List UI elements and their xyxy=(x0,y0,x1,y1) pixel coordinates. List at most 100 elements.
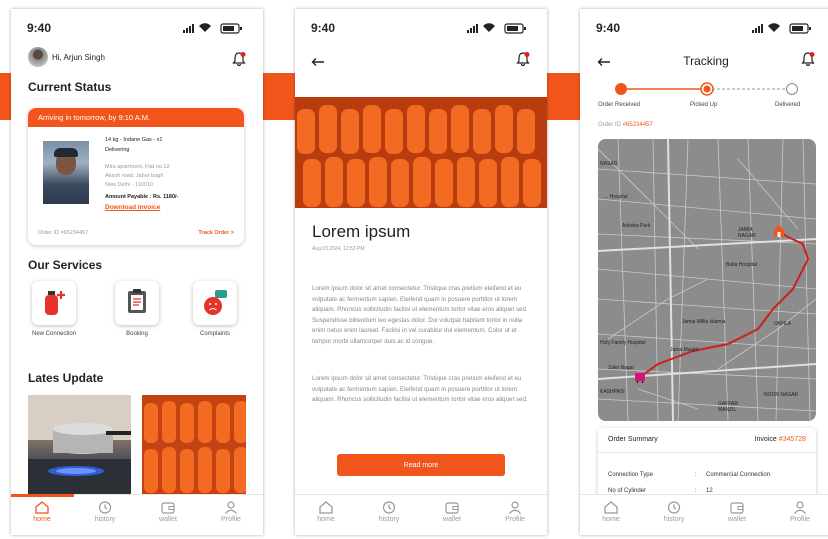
status-bar: 9:40 xyxy=(311,21,531,35)
service-label: Complaints xyxy=(199,331,230,337)
pressure-cooker-image xyxy=(28,395,131,495)
nav-history-label: history xyxy=(663,516,685,523)
order-progress-stepper xyxy=(615,82,798,96)
step-label-received: Order Received xyxy=(598,102,641,108)
service-booking[interactable]: Booking xyxy=(107,281,167,337)
home-icon xyxy=(35,501,49,514)
history-icon xyxy=(382,501,396,514)
track-order-link[interactable]: Track Order > xyxy=(198,230,234,236)
nav-wallet-label: wallet xyxy=(728,516,746,523)
status-icons xyxy=(752,23,811,34)
nav-wallet[interactable]: wallet xyxy=(427,501,477,523)
map-label: ... Hospital xyxy=(604,194,628,200)
status-icons xyxy=(183,23,242,34)
nav-wallet[interactable]: wallet xyxy=(143,501,193,523)
status-time: 9:40 xyxy=(596,21,621,35)
map-label: Jama Masjid xyxy=(670,347,699,353)
wallet-icon xyxy=(161,502,175,514)
order-id-value: #65234457 xyxy=(622,122,653,128)
read-more-button[interactable]: Read more xyxy=(337,454,505,476)
nav-history-label: history xyxy=(94,516,116,523)
invoice-value: #345728 xyxy=(778,436,806,443)
arrival-banner: Arriving in tomorrow, by 9:10 A.M. xyxy=(28,108,244,127)
update-image-cylinders[interactable] xyxy=(142,395,246,495)
services-heading: Our Services xyxy=(28,258,103,272)
address-line-2: Akash road, Jahar bagh xyxy=(105,173,164,179)
nav-home[interactable]: home xyxy=(301,501,351,523)
amount-payable: Amount Payable : Rs. 1180/- xyxy=(105,194,179,200)
notification-bell-icon[interactable] xyxy=(231,51,247,67)
bottom-navigation: home history wallet Profile xyxy=(11,494,263,535)
nav-wallet[interactable]: wallet xyxy=(712,501,762,523)
bottom-navigation: home history wallet Profile xyxy=(580,494,828,535)
nav-profile[interactable]: Profile xyxy=(490,501,540,523)
cylinders-image xyxy=(142,395,246,495)
map-label: GAFFAR MANZIL xyxy=(718,401,739,413)
article-date: Aug,03,2024, 12:53 PM xyxy=(312,246,365,252)
nav-history[interactable]: history xyxy=(364,501,414,523)
download-invoice-link[interactable]: Download Invoice xyxy=(105,204,160,211)
address-line-1: Mira apartment, Flat no.12 xyxy=(105,164,170,170)
profile-icon xyxy=(225,501,237,514)
status-time: 9:40 xyxy=(311,21,336,35)
bottom-navigation: home history wallet Profile xyxy=(295,494,547,535)
card-footer: Order ID #65234457 Track Order > xyxy=(38,230,234,236)
summary-divider xyxy=(598,452,816,453)
map-label: Ashoka Park xyxy=(622,223,651,229)
status-icons xyxy=(467,23,526,34)
nav-home[interactable]: home xyxy=(586,501,636,523)
current-status-heading: Current Status xyxy=(28,80,112,94)
nav-history[interactable]: history xyxy=(80,501,130,523)
summary-row-colon: : xyxy=(695,472,697,478)
nav-wallet-label: wallet xyxy=(443,516,461,523)
nav-home[interactable]: home xyxy=(17,501,67,523)
cylinders-hero-image xyxy=(295,97,547,208)
delivery-state: Delivering xyxy=(105,147,130,153)
article-paragraph-2: Lorem ipsum dolor sit amet consectetur. … xyxy=(312,375,528,404)
profile-icon xyxy=(794,501,806,514)
nav-profile[interactable]: Profile xyxy=(775,501,825,523)
tracking-order-id: Order ID #65234457 xyxy=(598,122,653,128)
history-icon xyxy=(98,501,112,514)
nav-history-label: history xyxy=(378,516,400,523)
gas-cylinder-plus-icon xyxy=(45,291,65,315)
home-icon xyxy=(604,501,618,514)
avatar[interactable] xyxy=(28,47,48,67)
notification-bell-icon[interactable] xyxy=(515,51,531,67)
delivery-person-photo xyxy=(43,141,89,204)
tracking-map[interactable]: NASAD ... Hospital Ashoka Park JAMIA NAG… xyxy=(598,139,816,421)
product-text: 14 kg - Indane Gas - x1 xyxy=(105,137,163,143)
delivery-truck-icon xyxy=(635,373,645,383)
map-roads xyxy=(598,139,816,421)
service-new-connection[interactable]: New Connection xyxy=(24,281,84,337)
order-summary-card: Order Summary Invoice #345728 Connection… xyxy=(598,428,816,498)
article-hero-image xyxy=(295,97,547,208)
order-id-label: Order ID xyxy=(598,122,622,128)
invoice-label: Invoice xyxy=(754,436,777,443)
nav-profile-label: Profile xyxy=(221,516,241,523)
article-title: Lorem ipsum xyxy=(312,222,411,241)
article-screen: 9:40 Lorem ipsum Aug,03,2024, 12:53 PM L… xyxy=(295,9,547,535)
profile-icon xyxy=(509,501,521,514)
complaint-sad-icon xyxy=(204,290,227,315)
status-time: 9:40 xyxy=(27,21,52,35)
summary-row-key: Connection Type xyxy=(608,472,653,478)
notification-bell-icon[interactable] xyxy=(800,51,816,67)
invoice-number[interactable]: Invoice #345728 xyxy=(755,436,806,443)
map-label: Jamia Millia Islamia xyxy=(682,319,726,325)
history-icon xyxy=(667,501,681,514)
back-arrow-icon[interactable] xyxy=(311,57,325,67)
map-label: KASHPASI xyxy=(600,389,625,395)
booking-clipboard-icon xyxy=(128,289,146,313)
map-label: OKHLA xyxy=(774,321,791,327)
destination-home-icon xyxy=(774,225,784,237)
nav-history[interactable]: history xyxy=(649,501,699,523)
service-complaints[interactable]: Complaints xyxy=(185,281,245,337)
service-label: Booking xyxy=(126,331,148,337)
update-image-kitchen[interactable] xyxy=(28,395,131,495)
order-id-text: Order ID #65234457 xyxy=(38,230,89,236)
summary-row-value: Commercial Connection xyxy=(706,472,771,478)
map-label: NOOR NAGAR xyxy=(764,392,799,398)
greeting-text: Hi, Arjun Singh xyxy=(52,53,105,62)
nav-profile[interactable]: Profile xyxy=(206,501,256,523)
